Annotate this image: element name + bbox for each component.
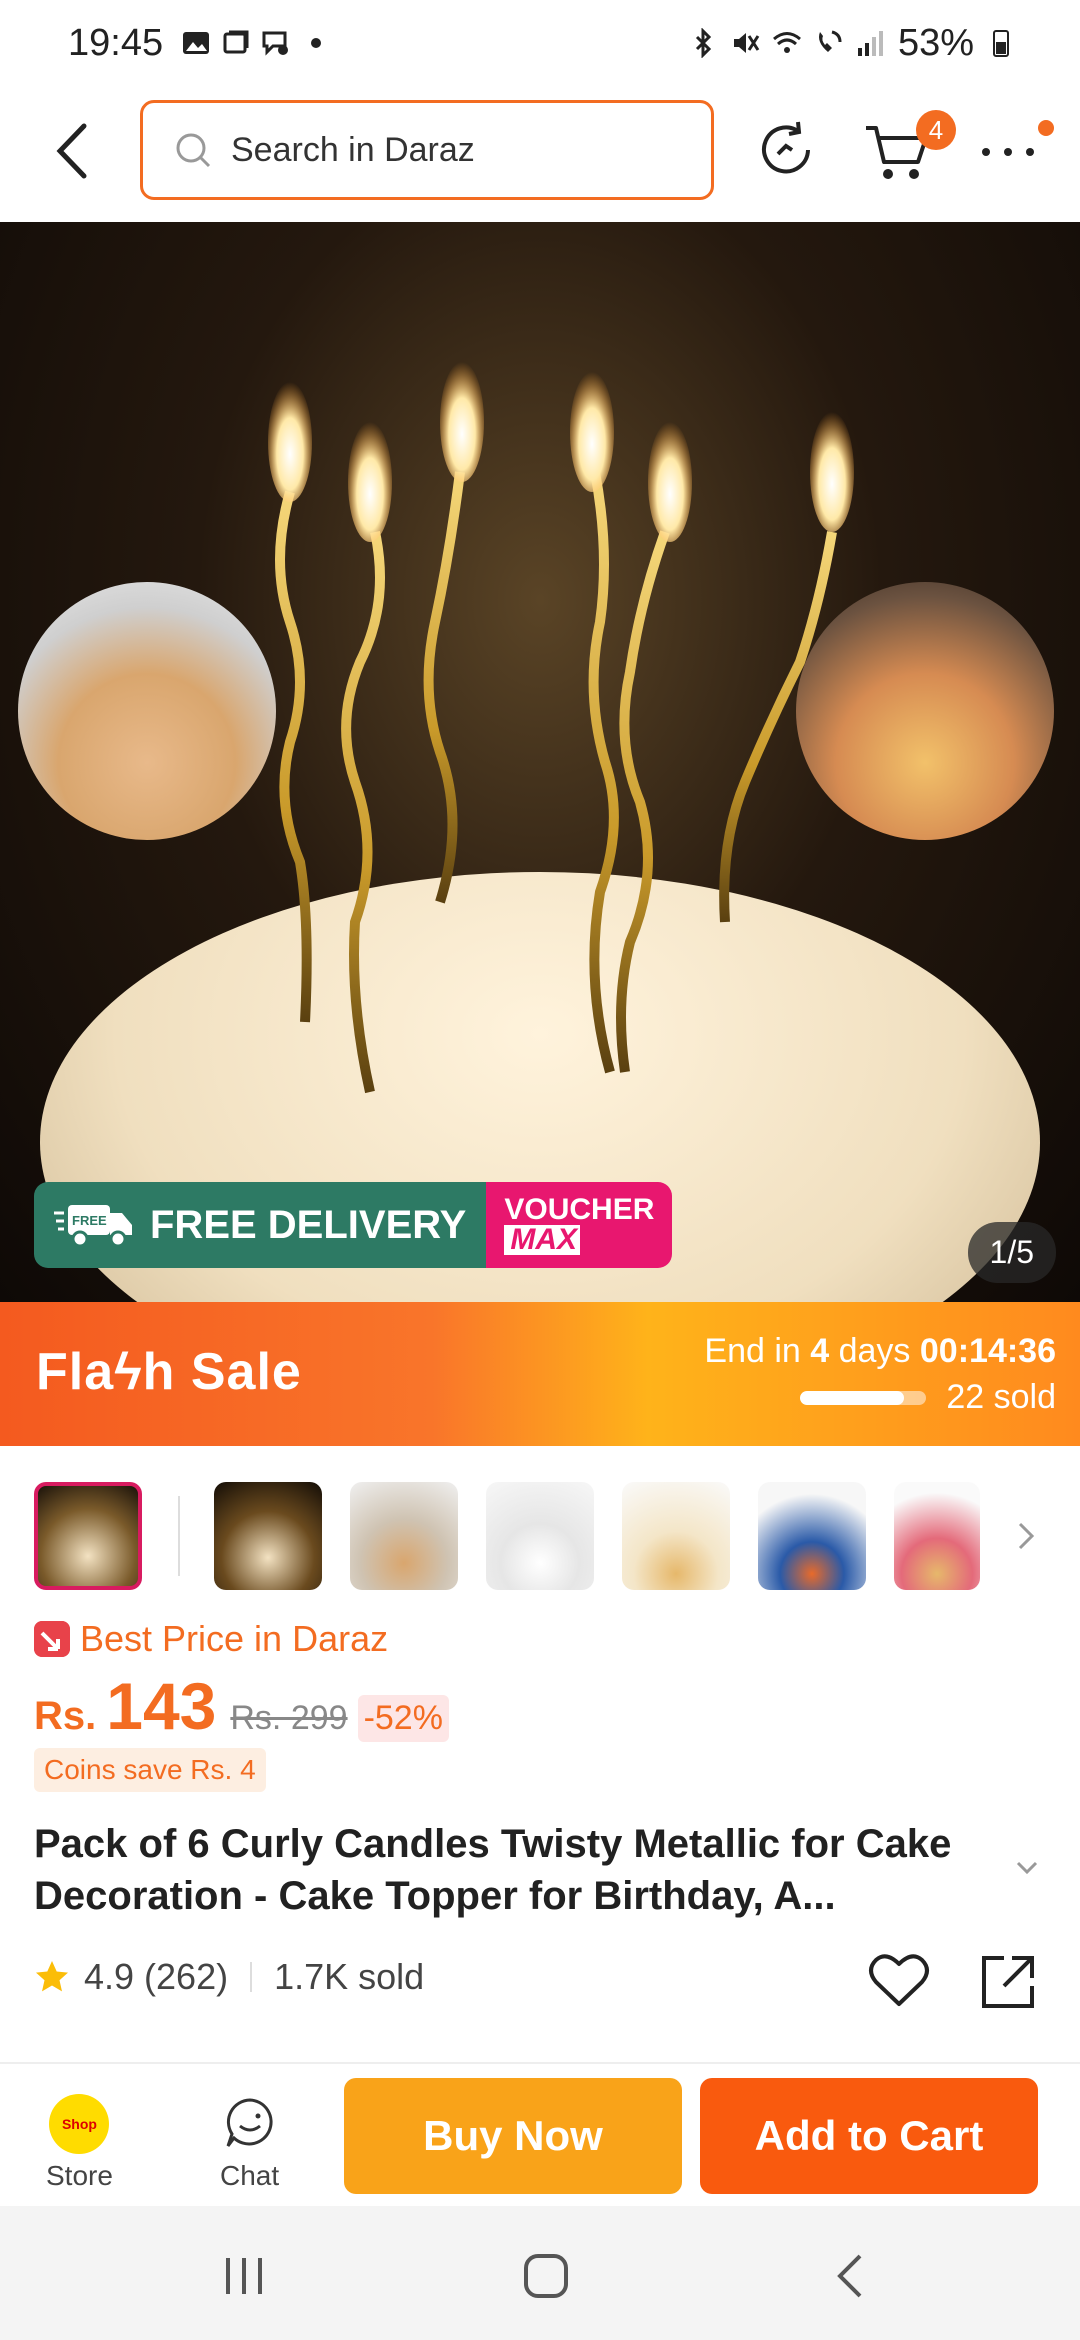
battery-percent: 53% (897, 21, 974, 64)
bluetooth-icon (695, 28, 712, 58)
flash-sale-sold: 22 sold (800, 1378, 1056, 1417)
system-navigation-bar (0, 2206, 1080, 2340)
voucher-max-label: MAX (504, 1225, 581, 1255)
gallery-icon (183, 32, 210, 54)
sold-progress-bar (800, 1390, 927, 1405)
battery-icon (993, 30, 1009, 57)
wifi-icon (772, 32, 801, 53)
free-delivery-badge: FREE FREE DELIVERY (34, 1182, 487, 1268)
recent-apps-icon[interactable] (214, 2246, 274, 2306)
search-placeholder: Search in Daraz (231, 130, 475, 169)
back-nav-icon[interactable] (822, 2246, 882, 2306)
review-count: (262) (144, 1956, 229, 1997)
status-bar: 19:45 53% (0, 0, 1080, 86)
price-currency: Rs. (34, 1694, 97, 1738)
flash-sale-countdown: End in 4 days 00:14:36 (704, 1332, 1056, 1370)
promo-badge: FREE FREE DELIVERY VOUCHER MAX (34, 1182, 673, 1268)
store-label: Store (46, 2160, 113, 2191)
chat-button[interactable]: Chat (220, 2094, 279, 2192)
thumbnail-3[interactable] (350, 1482, 458, 1590)
thumbnail-7[interactable] (894, 1482, 980, 1590)
back-arrow-icon[interactable] (44, 116, 104, 186)
message-settings-icon (262, 31, 289, 56)
product-main-image[interactable]: FREE FREE DELIVERY VOUCHER MAX 1/5 (0, 222, 1080, 1302)
delivery-truck-icon: FREE (54, 1205, 132, 1248)
search-input[interactable]: Search in Daraz (140, 100, 714, 200)
notification-icon (223, 30, 249, 54)
inset-cupcakes-image (796, 582, 1054, 840)
sold-count: 1.7K sold (274, 1956, 425, 1997)
notification-dot (1038, 120, 1054, 136)
dot-icon (311, 38, 322, 48)
thumbnail-4[interactable] (486, 1482, 594, 1590)
rating-row[interactable]: 4.9 (262) 1.7K sold (34, 1956, 424, 1998)
thumbnail-2[interactable] (214, 1482, 322, 1590)
heart-icon[interactable] (868, 1952, 930, 2010)
signal-icon (857, 31, 883, 56)
store-button[interactable]: Shop Store (46, 2094, 113, 2192)
voucher-max-badge: VOUCHER MAX (486, 1182, 673, 1268)
flash-sold-count: 22 sold (946, 1378, 1056, 1416)
chat-icon (226, 2098, 273, 2147)
discount-badge: -52% (357, 1695, 449, 1742)
divider (250, 1962, 253, 1992)
star-icon (36, 1961, 68, 1992)
history-icon[interactable] (750, 114, 822, 186)
thumbnail-5[interactable] (622, 1482, 730, 1590)
flash-sale-title: Flaϟh Sale (36, 1343, 302, 1401)
search-icon (176, 133, 211, 168)
thumbnail-1[interactable] (34, 1482, 142, 1590)
flash-sale-banner[interactable]: Flaϟh Sale End in 4 days 00:14:36 22 sol… (0, 1302, 1080, 1446)
cart-count-badge: 4 (916, 110, 956, 150)
image-counter: 1/5 (967, 1222, 1056, 1283)
thumbnail-6[interactable] (758, 1482, 866, 1590)
buy-now-button[interactable]: Buy Now (344, 2078, 682, 2194)
top-navigation: Search in Daraz (0, 86, 1080, 222)
more-options-icon[interactable] (972, 114, 1044, 186)
share-icon[interactable] (978, 1952, 1038, 2012)
chevron-down-icon[interactable] (1012, 1858, 1042, 1878)
inset-cake-sprinkles-image (18, 582, 276, 840)
thumbnail-divider (178, 1496, 180, 1576)
wifi-calling-icon (818, 30, 842, 52)
voucher-label: VOUCHER (504, 1193, 655, 1226)
home-icon[interactable] (516, 2246, 576, 2306)
store-logo-icon: Shop (49, 2094, 110, 2154)
product-title[interactable]: Pack of 6 Curly Candles Twisty Metallic … (34, 1818, 1014, 1922)
current-price: 143 (106, 1669, 217, 1743)
free-delivery-label: FREE DELIVERY (150, 1202, 467, 1247)
original-price: Rs. 299 (230, 1699, 348, 1737)
best-price-label: Best Price in Daraz (34, 1618, 388, 1660)
status-time: 19:45 (68, 21, 164, 64)
best-price-icon (34, 1621, 70, 1657)
chevron-right-icon[interactable] (1012, 1516, 1042, 1556)
free-tag: FREE (72, 1213, 107, 1228)
price-row: Rs. 143 Rs. 299 -52% (34, 1668, 449, 1744)
mute-icon (733, 33, 760, 53)
image-thumbnail-strip (34, 1482, 1054, 1590)
coins-save-badge: Coins save Rs. 4 (34, 1748, 266, 1792)
add-to-cart-button[interactable]: Add to Cart (700, 2078, 1038, 2194)
chat-label: Chat (220, 2160, 280, 2191)
rating-value: 4.9 (84, 1956, 135, 1997)
bottom-action-bar: Shop Store Chat Buy Now Add to Cart (0, 2062, 1080, 2206)
